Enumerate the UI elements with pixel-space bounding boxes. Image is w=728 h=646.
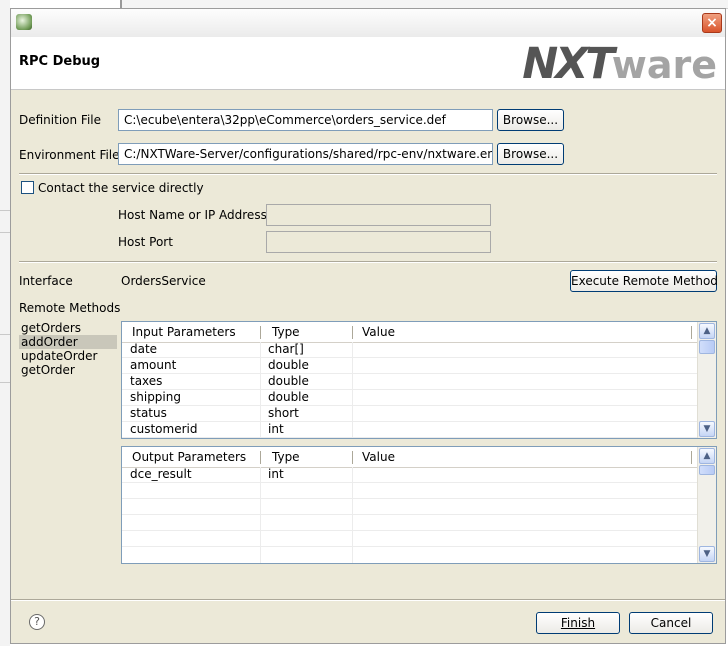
separator [19, 173, 717, 175]
param-value[interactable] [352, 390, 700, 406]
scroll-up-icon[interactable]: ▲ [699, 448, 715, 464]
param-value[interactable] [352, 422, 700, 438]
rpc-debug-dialog: × RPC Debug NXTware Definition File C:\e… [10, 8, 726, 644]
output-table-header: Output Parameters Type Value [122, 447, 698, 468]
output-parameters-table: Output Parameters Type Value dce_result … [121, 446, 717, 564]
logo-nx: NXT [522, 39, 615, 89]
contact-directly-checkbox[interactable] [21, 181, 34, 194]
background-window [0, 0, 10, 646]
help-icon[interactable]: ? [29, 614, 45, 630]
param-type: double [268, 390, 309, 404]
host-name-label: Host Name or IP Address [118, 208, 267, 222]
column-divider [691, 451, 692, 464]
execute-remote-method-button[interactable]: Execute Remote Method [570, 270, 718, 292]
param-value[interactable] [352, 406, 700, 422]
param-type: char[] [268, 342, 304, 356]
nxtware-logo: NXTware [522, 39, 717, 89]
host-port-input[interactable] [266, 231, 491, 253]
input-table-header: Input Parameters Type Value [122, 322, 698, 343]
method-item-getorders[interactable]: getOrders [19, 321, 117, 335]
remote-methods-list: getOrders addOrder updateOrder getOrder [19, 321, 117, 399]
contact-directly-label: Contact the service directly [38, 181, 204, 195]
scroll-thumb[interactable] [699, 340, 715, 354]
table-row[interactable]: amount double [122, 358, 698, 374]
param-value[interactable] [352, 358, 700, 374]
column-divider [691, 326, 692, 339]
param-type: double [268, 374, 309, 388]
table-row [122, 515, 698, 531]
background-divider [0, 232, 10, 233]
param-name: dce_result [130, 467, 192, 481]
param-name: taxes [130, 374, 163, 388]
definition-file-input[interactable]: C:\ecube\entera\32pp\eCommerce\orders_se… [118, 109, 493, 131]
param-type: double [268, 358, 309, 372]
column-divider [260, 451, 261, 464]
logo-ware: ware [611, 43, 717, 87]
scroll-thumb[interactable] [699, 465, 715, 475]
param-name: customerid [130, 422, 198, 436]
column-header[interactable]: Type [262, 322, 352, 342]
environment-browse-button[interactable]: Browse... [497, 143, 564, 165]
param-name: amount [130, 358, 177, 372]
scroll-down-icon[interactable]: ▼ [699, 421, 715, 437]
app-icon [16, 14, 32, 30]
host-name-input[interactable] [266, 204, 491, 226]
dialog-header: RPC Debug NXTware [11, 37, 725, 90]
scroll-up-icon[interactable]: ▲ [699, 323, 715, 339]
column-header[interactable]: Value [352, 322, 692, 342]
interface-value: OrdersService [121, 274, 206, 288]
title-bar: × [11, 9, 725, 38]
separator [19, 261, 717, 263]
footer-separator [11, 599, 725, 601]
column-header[interactable]: Input Parameters [122, 322, 260, 342]
param-value[interactable] [352, 342, 700, 358]
method-item-updateorder[interactable]: updateOrder [19, 349, 117, 363]
table-row [122, 483, 698, 499]
param-name: date [130, 342, 158, 356]
param-type: int [268, 422, 284, 436]
column-header[interactable]: Value [352, 447, 692, 467]
input-parameters-table: Input Parameters Type Value date char[] … [121, 321, 717, 439]
param-value[interactable] [352, 374, 700, 390]
environment-file-input[interactable]: C:/NXTWare-Server/configurations/shared/… [118, 143, 493, 165]
scroll-down-icon[interactable]: ▼ [699, 546, 715, 562]
column-header[interactable]: Type [262, 447, 352, 467]
table-row[interactable]: taxes double [122, 374, 698, 390]
environment-file-label: Environment File [19, 148, 120, 162]
method-item-addorder[interactable]: addOrder [19, 335, 117, 349]
method-item-getorder[interactable]: getOrder [19, 363, 117, 377]
definition-browse-button[interactable]: Browse... [497, 109, 564, 131]
table-row [122, 531, 698, 547]
background-divider [0, 382, 10, 383]
column-header[interactable]: Output Parameters [122, 447, 260, 467]
remote-methods-label: Remote Methods [19, 301, 121, 315]
table-row[interactable]: date char[] [122, 342, 698, 358]
table-row[interactable]: customerid int [122, 422, 698, 438]
input-table-scrollbar[interactable]: ▲ ▼ [697, 322, 716, 438]
param-type: int [268, 467, 284, 481]
close-button[interactable]: × [702, 13, 722, 33]
finish-button[interactable]: Finish [536, 612, 620, 634]
background-divider [0, 210, 10, 211]
param-name: status [130, 406, 167, 420]
param-name: shipping [130, 390, 181, 404]
table-row [122, 499, 698, 515]
cancel-button[interactable]: Cancel [629, 612, 713, 634]
background-divider [0, 334, 10, 335]
column-divider [260, 326, 261, 339]
param-type: short [268, 406, 299, 420]
table-row[interactable]: dce_result int [122, 467, 698, 483]
interface-label: Interface [19, 274, 73, 288]
param-value[interactable] [352, 467, 700, 483]
table-row[interactable]: status short [122, 406, 698, 422]
output-table-scrollbar[interactable]: ▲ ▼ [697, 447, 716, 563]
definition-file-label: Definition File [19, 113, 102, 127]
table-row[interactable]: shipping double [122, 390, 698, 406]
page-title: RPC Debug [19, 54, 101, 69]
host-port-label: Host Port [118, 235, 173, 249]
